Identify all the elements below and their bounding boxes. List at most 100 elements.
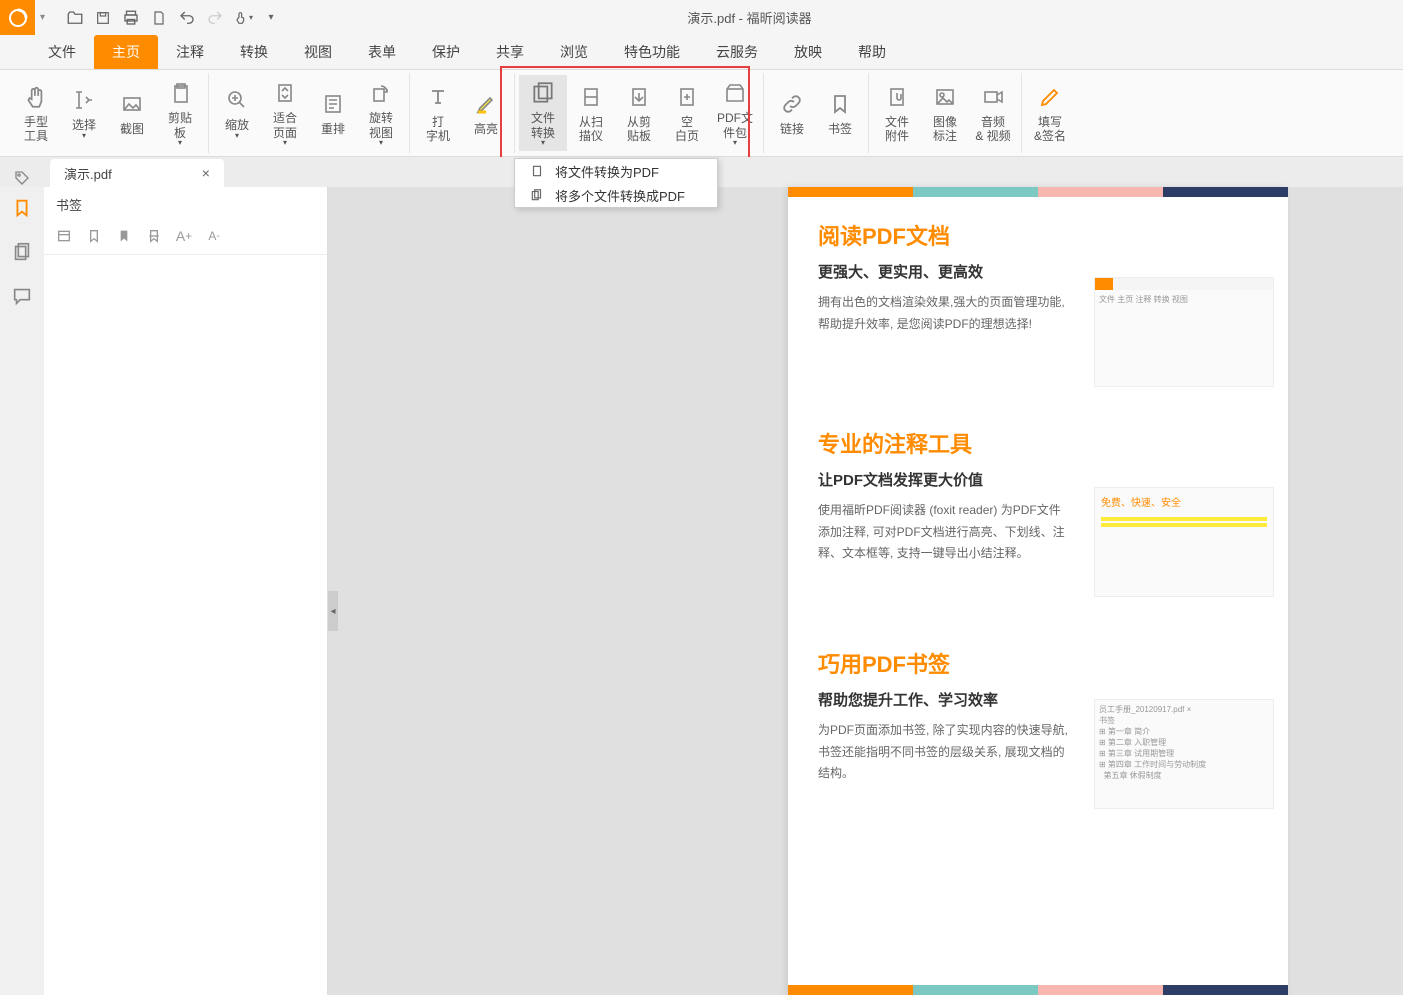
from-scanner-button[interactable]: 从扫 描仪 xyxy=(567,75,615,151)
link-button[interactable]: 链接 xyxy=(768,75,816,151)
rail-bookmark-icon[interactable] xyxy=(9,195,35,221)
open-folder-icon[interactable] xyxy=(65,8,85,28)
blank-page-button[interactable]: 空 白页 xyxy=(663,75,711,151)
docs-icon xyxy=(529,187,545,203)
panel-collapse-handle[interactable]: ◂ xyxy=(328,591,338,631)
blank-page-icon xyxy=(673,83,701,111)
save-icon[interactable] xyxy=(93,8,113,28)
panel-delete-icon[interactable] xyxy=(144,226,164,246)
undo-icon[interactable] xyxy=(177,8,197,28)
close-tab-icon[interactable]: × xyxy=(202,165,210,181)
section-body: 使用福昕PDF阅读器 (foxit reader) 为PDF文件添加注释, 可对… xyxy=(818,500,1068,565)
qat-more-icon[interactable]: ▾ xyxy=(261,8,281,28)
bookmark-button[interactable]: 书签 xyxy=(816,75,864,151)
section-body: 拥有出色的文档渲染效果,强大的页面管理功能,帮助提升效率, 是您阅读PDF的理想… xyxy=(818,292,1068,335)
rail-pages-icon[interactable] xyxy=(9,239,35,265)
main-area: 书签 A+ A- ◂ 阅读PDF文档 更强大、更实用、更高效 拥有出色的文档渲染… xyxy=(0,187,1403,995)
pdf-package-button[interactable]: PDF文 件包▾ xyxy=(711,75,759,151)
panel-add-bookmark-icon[interactable] xyxy=(84,226,104,246)
zoom-icon xyxy=(223,86,251,114)
menu-form[interactable]: 表单 xyxy=(350,35,414,69)
ribbon: 手型 工具 选择▾ 截图 剪贴 板▾ 缩放▾ 适合 页面▾ 重排 旋转 视图▾ … xyxy=(0,69,1403,157)
fill-sign-button[interactable]: 填写 &签名 xyxy=(1026,75,1074,151)
pencil-icon xyxy=(1036,83,1064,111)
menu-protect[interactable]: 保护 xyxy=(414,35,478,69)
attach-icon xyxy=(883,83,911,111)
menu-file[interactable]: 文件 xyxy=(30,35,94,69)
page-stripe-bottom xyxy=(788,985,1288,995)
audio-video-button[interactable]: 音频 & 视频 xyxy=(969,75,1017,151)
panel-font-dec-icon[interactable]: A- xyxy=(204,226,224,246)
menu-browse[interactable]: 浏览 xyxy=(542,35,606,69)
highlight-button[interactable]: 高亮 xyxy=(462,75,510,151)
panel-new-bookmark-icon[interactable] xyxy=(114,226,134,246)
panel-list-icon[interactable] xyxy=(54,226,74,246)
page-icon[interactable] xyxy=(149,8,169,28)
image-annot-button[interactable]: 图像 标注 xyxy=(921,75,969,151)
from-clipboard-button[interactable]: 从剪 贴板 xyxy=(615,75,663,151)
rail-comments-icon[interactable] xyxy=(9,283,35,309)
doc-section-3: 巧用PDF书签 帮助您提升工作、学习效率 为PDF页面添加书签, 除了实现内容的… xyxy=(788,625,1288,795)
menu-share[interactable]: 共享 xyxy=(478,35,542,69)
hand-tool-button[interactable]: 手型 工具 xyxy=(12,75,60,151)
scanner-icon xyxy=(577,83,605,111)
typewriter-icon xyxy=(424,83,452,111)
touch-icon[interactable]: ▾ xyxy=(233,8,253,28)
from-clipboard-icon xyxy=(625,83,653,111)
clipboard-button[interactable]: 剪贴 板▾ xyxy=(156,75,204,151)
tag-icon[interactable] xyxy=(13,169,31,187)
side-rail xyxy=(0,187,44,995)
menu-convert[interactable]: 转换 xyxy=(222,35,286,69)
menu-help[interactable]: 帮助 xyxy=(840,35,904,69)
menu-view[interactable]: 视图 xyxy=(286,35,350,69)
image-icon xyxy=(931,83,959,111)
hand-icon xyxy=(22,83,50,111)
doc-section-2: 专业的注释工具 让PDF文档发挥更大价值 使用福昕PDF阅读器 (foxit r… xyxy=(788,405,1288,575)
page-stripe xyxy=(788,187,1288,197)
typewriter-button[interactable]: 打 字机 xyxy=(414,75,462,151)
file-convert-dropdown: 将文件转换为PDF 将多个文件转换成PDF xyxy=(514,158,718,208)
convert-multiple-to-pdf[interactable]: 将多个文件转换成PDF xyxy=(515,183,717,207)
file-convert-icon xyxy=(529,79,557,107)
menu-slideshow[interactable]: 放映 xyxy=(776,35,840,69)
zoom-button[interactable]: 缩放▾ xyxy=(213,75,261,151)
menu-cloud[interactable]: 云服务 xyxy=(698,35,776,69)
rotate-view-button[interactable]: 旋转 视图▾ xyxy=(357,75,405,151)
panel-title: 书签 xyxy=(44,187,327,222)
bookmark-icon xyxy=(826,90,854,118)
menu-home[interactable]: 主页 xyxy=(94,35,158,69)
file-convert-button[interactable]: 文件 转换▾ xyxy=(519,75,567,151)
video-icon xyxy=(979,83,1007,111)
menu-comment[interactable]: 注释 xyxy=(158,35,222,69)
convert-file-to-pdf[interactable]: 将文件转换为PDF xyxy=(515,159,717,183)
select-button[interactable]: 选择▾ xyxy=(60,75,108,151)
app-menu-dropdown-icon[interactable]: ▾ xyxy=(35,0,50,35)
document-viewport[interactable]: ◂ 阅读PDF文档 更强大、更实用、更高效 拥有出色的文档渲染效果,强大的页面管… xyxy=(328,187,1403,995)
section-thumbnail: 免费、快速、安全 xyxy=(1094,487,1274,597)
rotate-icon xyxy=(367,79,395,107)
print-icon[interactable] xyxy=(121,8,141,28)
section-heading: 阅读PDF文档 xyxy=(818,219,1258,251)
section-body: 为PDF页面添加书签, 除了实现内容的快速导航,书签还能指明不同书签的层级关系,… xyxy=(818,720,1068,785)
panel-font-inc-icon[interactable]: A+ xyxy=(174,226,194,246)
fit-page-icon xyxy=(271,79,299,107)
section-thumbnail: 文件 主页 注释 转换 视图 xyxy=(1094,277,1274,387)
tab-label: 演示.pdf xyxy=(64,164,112,183)
snapshot-icon xyxy=(118,90,146,118)
fit-page-button[interactable]: 适合 页面▾ xyxy=(261,75,309,151)
link-icon xyxy=(778,90,806,118)
panel-toolbar: A+ A- xyxy=(44,222,327,255)
section-thumbnail: 员工手册_20120917.pdf ×书签⊞ 第一章 简介⊞ 第二章 入职管理⊞… xyxy=(1094,699,1274,809)
menu-feature[interactable]: 特色功能 xyxy=(606,35,698,69)
snapshot-button[interactable]: 截图 xyxy=(108,75,156,151)
doc-icon xyxy=(529,163,545,179)
document-tab[interactable]: 演示.pdf × xyxy=(50,159,224,187)
quick-access-toolbar: ▾ ▾ xyxy=(50,8,296,28)
select-icon xyxy=(70,86,98,114)
doc-section-1: 阅读PDF文档 更强大、更实用、更高效 拥有出色的文档渲染效果,强大的页面管理功… xyxy=(788,197,1288,345)
redo-icon[interactable] xyxy=(205,8,225,28)
file-attach-button[interactable]: 文件 附件 xyxy=(873,75,921,151)
reflow-button[interactable]: 重排 xyxy=(309,75,357,151)
package-icon xyxy=(721,79,749,107)
menu-bar: 文件 主页 注释 转换 视图 表单 保护 共享 浏览 特色功能 云服务 放映 帮… xyxy=(0,35,1403,69)
